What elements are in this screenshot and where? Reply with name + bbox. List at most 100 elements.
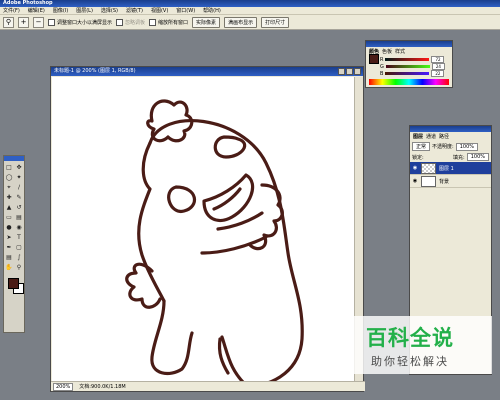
options-bar: ⚲ + − 调整窗口大小以满屏显示 忽略调板 缩放所有窗口 实际像素 满画布显示… bbox=[0, 15, 500, 30]
mouth bbox=[202, 173, 255, 223]
color-panel-tab[interactable]: 色板 bbox=[382, 48, 392, 55]
menu-item[interactable]: 滤镜(T) bbox=[126, 7, 143, 14]
zoom-out-icon[interactable]: − bbox=[33, 16, 44, 28]
visibility-eye-icon[interactable]: ◉ bbox=[412, 178, 418, 184]
menu-bar: 文件(F) 编辑(E) 图像(I) 图层(L) 选择(S) 滤镜(T) 视图(V) 窗口(W)… bbox=[0, 7, 500, 15]
document-title: 未标题-1 @ 200% (图层 1, RGB/8) bbox=[54, 68, 136, 74]
watermark-logo: 百科全说 助你轻松解决 bbox=[347, 316, 492, 374]
menu-item[interactable]: 图层(L) bbox=[76, 7, 93, 14]
left-leg bbox=[150, 299, 194, 376]
blend-opacity-row: 正常 不透明度: 100% bbox=[410, 141, 491, 152]
channel-slider[interactable] bbox=[385, 65, 430, 68]
color-slider-row: G 24 bbox=[366, 63, 452, 70]
eraser-tool-icon[interactable]: ▭ bbox=[5, 213, 14, 222]
left-outline bbox=[137, 141, 166, 303]
channel-value-field[interactable]: 22 bbox=[431, 70, 445, 77]
layer-name: 背景 bbox=[439, 178, 450, 185]
blend-mode-select[interactable]: 正常 bbox=[412, 142, 431, 151]
hand-tool-icon[interactable]: ✋ bbox=[5, 263, 14, 272]
menu-item[interactable]: 视图(V) bbox=[151, 7, 168, 14]
opacity-label: 不透明度: bbox=[432, 144, 454, 150]
ignore-palettes-checkbox[interactable]: 忽略调板 bbox=[116, 18, 146, 26]
blur-tool-icon[interactable]: ● bbox=[5, 223, 14, 232]
channel-slider[interactable] bbox=[385, 72, 430, 75]
type-tool-icon[interactable]: T bbox=[15, 233, 24, 242]
ignore-palettes-label: 忽略调板 bbox=[125, 19, 146, 26]
move-tool-icon[interactable]: ✥ bbox=[15, 163, 24, 172]
lasso-tool-icon[interactable]: ◯ bbox=[5, 173, 14, 182]
eyedropper-icon[interactable]: ∫ bbox=[15, 253, 24, 262]
healing-brush-icon[interactable]: ✚ bbox=[5, 193, 14, 202]
fit-on-screen-button[interactable]: 满画布显示 bbox=[224, 16, 258, 28]
resize-windows-checkbox[interactable]: 调整窗口大小以满屏显示 bbox=[48, 18, 113, 26]
stamp-tool-icon[interactable]: ▲ bbox=[5, 203, 14, 212]
layers-panel-tab[interactable]: 图层 bbox=[413, 133, 423, 140]
menu-item[interactable]: 编辑(E) bbox=[28, 7, 45, 14]
pen-tool-icon[interactable]: ✒ bbox=[5, 243, 14, 252]
channel-label: G bbox=[380, 63, 384, 70]
foreground-color-swatch[interactable] bbox=[8, 278, 19, 289]
shape-tool-icon[interactable]: ▢ bbox=[15, 243, 24, 252]
opacity-field[interactable]: 100% bbox=[455, 142, 478, 151]
zoom-all-checkbox[interactable]: 缩放所有窗口 bbox=[149, 18, 189, 26]
notes-tool-icon[interactable]: ▤ bbox=[5, 253, 14, 262]
color-panel-tab[interactable]: 样式 bbox=[395, 48, 405, 55]
menu-item[interactable]: 帮助(H) bbox=[203, 7, 221, 14]
fill-field[interactable]: 100% bbox=[466, 153, 489, 161]
left-eye bbox=[167, 185, 196, 213]
watermark-sub-text: 助你轻松解决 bbox=[371, 355, 449, 368]
color-slider-row: B 22 bbox=[366, 70, 452, 77]
belly-line-2 bbox=[200, 235, 268, 255]
zoom-level-field[interactable]: 200% bbox=[53, 382, 74, 391]
slice-tool-icon[interactable]: ∕ bbox=[15, 183, 24, 192]
marquee-tool-icon[interactable]: □ bbox=[5, 163, 14, 172]
canvas[interactable] bbox=[52, 77, 355, 389]
right-leg bbox=[220, 335, 250, 389]
zoom-tool-icon[interactable]: ⚲ bbox=[3, 16, 14, 28]
document-info[interactable]: 文档:900.0K/1.18M bbox=[79, 383, 125, 390]
layers-list: ◉ 图层 1 ◉ 背景 bbox=[410, 162, 491, 188]
menu-item[interactable]: 选择(S) bbox=[101, 7, 118, 14]
channel-label: B bbox=[380, 70, 384, 77]
crop-tool-icon[interactable]: ⌖ bbox=[5, 183, 14, 192]
channel-value-field[interactable]: 24 bbox=[431, 63, 445, 70]
brush-tool-icon[interactable]: ✎ bbox=[15, 193, 24, 202]
menu-item[interactable]: 图像(I) bbox=[53, 7, 68, 14]
layer-thumbnail bbox=[421, 175, 436, 187]
lock-label: 锁定: bbox=[412, 154, 424, 161]
document-window: 未标题-1 @ 200% (图层 1, RGB/8) 200% 文档:900.0… bbox=[50, 66, 365, 392]
color-panel: 颜色 色板 样式 R 72 G 24 B 22 bbox=[365, 40, 453, 88]
lock-fill-row: 锁定: 填充: 100% bbox=[410, 152, 491, 162]
history-brush-icon[interactable]: ↺ bbox=[15, 203, 24, 212]
visibility-eye-icon[interactable]: ◉ bbox=[412, 165, 418, 171]
fill-label: 填充: bbox=[453, 154, 465, 161]
gradient-tool-icon[interactable]: ▤ bbox=[15, 213, 24, 222]
layer-row[interactable]: ◉ 图层 1 bbox=[410, 162, 491, 175]
zoom-all-label: 缩放所有窗口 bbox=[158, 19, 189, 26]
maximize-button[interactable] bbox=[346, 68, 353, 75]
color-spectrum-bar[interactable] bbox=[369, 79, 449, 85]
channel-value-field[interactable]: 72 bbox=[431, 56, 445, 63]
layer-row[interactable]: ◉ 背景 bbox=[410, 175, 491, 188]
magic-wand-icon[interactable]: ✦ bbox=[15, 173, 24, 182]
zoom-tool-box-icon[interactable]: ⚲ bbox=[15, 263, 24, 272]
path-select-icon[interactable]: ➤ bbox=[5, 233, 14, 242]
menu-item[interactable]: 窗口(W) bbox=[176, 7, 195, 14]
zoom-in-icon[interactable]: + bbox=[18, 16, 29, 28]
minimize-button[interactable] bbox=[338, 68, 345, 75]
close-button[interactable] bbox=[354, 68, 361, 75]
dodge-tool-icon[interactable]: ◉ bbox=[15, 223, 24, 232]
layers-panel-tab[interactable]: 通道 bbox=[426, 133, 436, 140]
right-eye bbox=[213, 135, 247, 159]
menu-item[interactable]: 文件(F) bbox=[3, 7, 20, 14]
channel-label: R bbox=[380, 56, 384, 63]
color-panel-foreground-swatch[interactable] bbox=[369, 54, 379, 64]
print-size-button[interactable]: 打印尺寸 bbox=[261, 16, 290, 28]
channel-slider[interactable] bbox=[385, 58, 430, 61]
layers-panel-tabs: 图层 通道 路径 bbox=[410, 132, 491, 141]
layer-name: 图层 1 bbox=[439, 165, 454, 172]
document-title-bar: 未标题-1 @ 200% (图层 1, RGB/8) bbox=[51, 67, 363, 76]
layers-panel-tab[interactable]: 路径 bbox=[439, 133, 449, 140]
actual-pixels-button[interactable]: 实际像素 bbox=[192, 16, 221, 28]
resize-windows-label: 调整窗口大小以满屏显示 bbox=[57, 19, 113, 26]
